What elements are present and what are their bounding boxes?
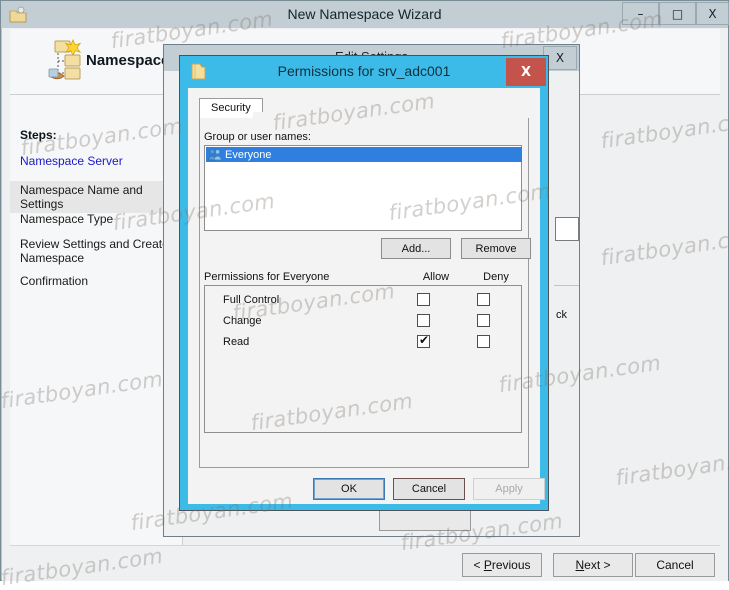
minimize-button[interactable]: – [622, 2, 659, 25]
sidebar-item-namespace-type[interactable]: Namespace Type [10, 210, 173, 228]
checkmark-icon: ✔ [419, 333, 430, 347]
column-header-deny: Deny [483, 271, 509, 283]
permission-label: Full Control [223, 294, 280, 306]
permissions-close-button[interactable]: X [506, 58, 546, 86]
table-row[interactable]: Read ✔ [205, 332, 521, 353]
close-button[interactable]: X [696, 2, 729, 25]
next-accel: N [575, 558, 585, 572]
sidebar-item-review-settings-and-create-namespace[interactable]: Review Settings and Create Namespace [10, 235, 173, 267]
deny-checkbox-read[interactable] [477, 335, 490, 348]
allow-checkbox-change[interactable] [417, 314, 430, 327]
wizard-title: New Namespace Wizard [287, 6, 442, 22]
group-or-user-names-label: Group or user names: [204, 131, 311, 143]
edit-settings-partial-label: ck [556, 309, 567, 321]
next-label: Next > [575, 558, 611, 572]
maximize-button[interactable]: □ [659, 2, 696, 25]
remove-button[interactable]: Remove [461, 238, 531, 259]
allow-checkbox-full-control[interactable] [417, 293, 430, 306]
sidebar-item-namespace-name-and-settings[interactable]: Namespace Name and Settings [10, 181, 173, 213]
permissions-titlebar[interactable]: Permissions for srv_adc001 X [180, 56, 548, 88]
wizard-titlebar[interactable]: New Namespace Wizard – □ X [1, 1, 729, 28]
wizard-footer: < Previous Next > Cancel [10, 545, 720, 580]
permission-label: Change [223, 315, 262, 327]
allow-checkbox-read[interactable]: ✔ [417, 333, 430, 348]
group-or-user-names-listbox[interactable]: Everyone [204, 145, 522, 231]
permissions-listbox[interactable]: Full Control Change Read ✔ [204, 285, 522, 433]
users-group-icon [208, 148, 222, 161]
sidebar-item-confirmation[interactable]: Confirmation [10, 272, 173, 290]
divider [554, 285, 579, 286]
list-item[interactable]: Everyone [206, 147, 522, 162]
previous-accel: P [483, 558, 492, 572]
next-button[interactable]: Next > [553, 553, 633, 577]
list-item-label: Everyone [225, 148, 272, 161]
wizard-steps-pane: Steps: Namespace Server Namespace Name a… [10, 95, 183, 545]
apply-button: Apply [473, 478, 545, 500]
ok-button[interactable]: OK [313, 478, 385, 500]
permissions-for-label: Permissions for Everyone [204, 271, 330, 283]
edit-settings-field[interactable] [555, 217, 579, 241]
table-row[interactable]: Change [205, 311, 521, 332]
previous-button[interactable]: < Previous [462, 553, 542, 577]
cancel-button[interactable]: Cancel [393, 478, 465, 500]
sidebar-item-namespace-server[interactable]: Namespace Server [10, 152, 173, 170]
deny-checkbox-full-control[interactable] [477, 293, 490, 306]
previous-label: < Previous [473, 558, 531, 572]
cancel-button[interactable]: Cancel [635, 553, 715, 577]
column-header-allow: Allow [422, 271, 450, 283]
permission-label: Read [223, 336, 250, 348]
permissions-dialog-title: Permissions for srv_adc001 [277, 63, 451, 79]
page-title: Namespace [86, 52, 170, 69]
permissions-dialog: Permissions for srv_adc001 X Security Gr… [179, 55, 549, 511]
tabstrip: Security [199, 98, 529, 119]
table-row[interactable]: Full Control [205, 290, 521, 311]
deny-checkbox-change[interactable] [477, 314, 490, 327]
add-button[interactable]: Add... [381, 238, 451, 259]
permissions-dialog-body: Security Group or user names: Everyone A… [188, 88, 545, 504]
steps-label: Steps: [20, 128, 57, 142]
